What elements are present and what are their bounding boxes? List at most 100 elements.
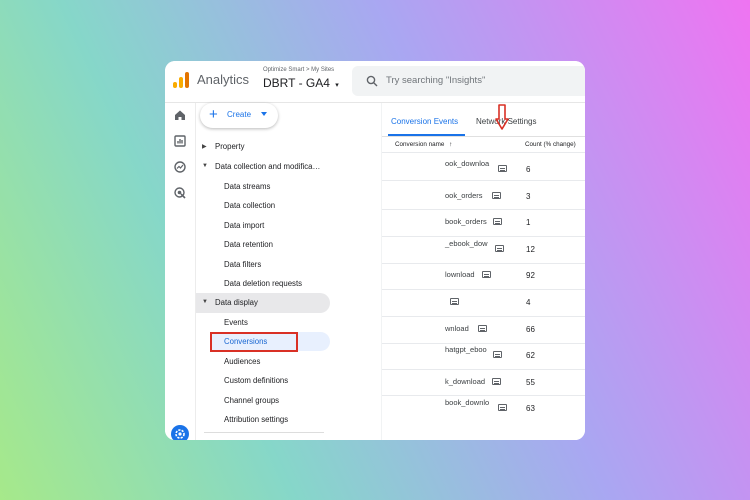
tab-divider — [382, 136, 585, 137]
admin-nav: + Create ▶ Property ▼ Data collection an… — [196, 103, 381, 440]
nav-divider — [204, 432, 324, 433]
analytics-logo-icon — [173, 72, 189, 88]
app-title: Analytics — [197, 72, 250, 87]
nav-group-data-display[interactable]: ▼ Data display — [196, 293, 381, 312]
nav-label: Data collection and modifica… — [215, 162, 321, 171]
property-selector[interactable]: DBRT - GA4 ▾ — [263, 76, 339, 90]
conversions-callout-box — [210, 332, 298, 352]
table-icon[interactable] — [498, 404, 507, 411]
search-placeholder: Try searching "Insights" — [386, 75, 486, 86]
conversion-count: 1 — [526, 218, 531, 227]
reports-icon[interactable] — [173, 134, 187, 148]
conversion-name: wnload — [445, 324, 469, 333]
nav-label: Data import — [224, 221, 265, 230]
settings-icon[interactable] — [171, 425, 189, 440]
conversion-count: 63 — [526, 404, 535, 413]
row-divider — [382, 316, 585, 317]
search-bar[interactable]: Try searching "Insights" — [352, 66, 585, 96]
conversion-name: _ebook_dow — [445, 239, 488, 248]
table-icon[interactable] — [450, 298, 459, 305]
conversion-name: ook_downloa — [445, 159, 490, 168]
chevron-down-icon: ▼ — [202, 299, 208, 305]
nav-label: Property — [215, 142, 245, 151]
row-divider — [382, 395, 585, 396]
property-name: DBRT - GA4 — [263, 76, 330, 90]
table-icon[interactable] — [495, 245, 504, 252]
advertising-icon[interactable] — [173, 186, 187, 200]
conversion-count: 62 — [526, 351, 535, 360]
nav-item-custom-definitions[interactable]: Custom definitions — [196, 371, 381, 390]
table-icon[interactable] — [493, 218, 502, 225]
chevron-right-icon: ▶ — [202, 144, 207, 150]
table-icon[interactable] — [492, 192, 501, 199]
column-header-conversion-name[interactable]: Conversion name ↑ — [395, 141, 452, 148]
nav-label: Audiences — [224, 357, 261, 366]
red-arrow-down-icon — [495, 104, 509, 130]
conversion-name: k_download — [445, 377, 486, 386]
nav-label: Data retention — [224, 240, 273, 249]
chevron-down-icon: ▼ — [202, 163, 208, 169]
nav-label: Custom definitions — [224, 376, 289, 385]
nav-item-channel-groups[interactable]: Channel groups — [196, 391, 381, 410]
nav-label: Data collection — [224, 201, 276, 210]
nav-label: Events — [224, 318, 248, 327]
table-icon[interactable] — [478, 325, 487, 332]
chevron-down-icon: ▾ — [335, 82, 339, 89]
analytics-window: Analytics Optimize Smart > My Sites DBRT… — [165, 61, 585, 440]
conversion-count: 6 — [526, 165, 531, 174]
dropdown-caret-icon — [261, 112, 267, 116]
row-divider — [382, 343, 585, 344]
conversion-name: hatgpt_eboo — [445, 345, 487, 354]
nav-item-data-deletion-requests[interactable]: Data deletion requests — [196, 274, 381, 293]
create-button[interactable]: + Create — [200, 103, 278, 128]
nav-item-events[interactable]: Events — [196, 313, 381, 332]
row-divider — [382, 369, 585, 370]
left-rail — [165, 103, 196, 440]
search-icon — [366, 75, 378, 87]
nav-item-data-filters[interactable]: Data filters — [196, 255, 381, 274]
nav-item-data-import[interactable]: Data import — [196, 216, 381, 235]
home-icon[interactable] — [173, 108, 187, 122]
nav-item-data-streams[interactable]: Data streams — [196, 177, 381, 196]
conversion-count: 92 — [526, 271, 535, 280]
row-divider — [382, 209, 585, 210]
nav-item-data-collection[interactable]: Data collection — [196, 196, 381, 215]
top-bar: Analytics Optimize Smart > My Sites DBRT… — [165, 61, 585, 103]
conversion-name: ook_orders — [445, 191, 483, 200]
row-divider — [382, 263, 585, 264]
nav-label: Channel groups — [224, 396, 280, 405]
conversion-count: 3 — [526, 192, 531, 201]
conversion-name: book_downlo — [445, 398, 490, 407]
nav-label: Data display — [215, 298, 258, 307]
nav-label: Data deletion requests — [224, 279, 303, 288]
nav-label: Data filters — [224, 260, 262, 269]
nav-group-data-collection[interactable]: ▼ Data collection and modifica… — [196, 157, 381, 176]
column-label: Conversion name — [395, 141, 445, 148]
sort-up-icon: ↑ — [449, 141, 453, 148]
nav-label: Attribution settings — [224, 415, 289, 424]
table-icon[interactable] — [492, 378, 501, 385]
conversion-count: 66 — [526, 325, 535, 334]
tab-conversion-events[interactable]: Conversion Events — [391, 117, 458, 126]
conversion-name: book_orders — [445, 217, 487, 226]
nav-item-audiences[interactable]: Audiences — [196, 352, 381, 371]
explore-icon[interactable] — [173, 160, 187, 174]
conversion-count: 12 — [526, 245, 535, 254]
column-header-count[interactable]: Count (% change) — [525, 141, 576, 148]
create-label: Create — [227, 110, 252, 119]
conversion-count: 4 — [526, 298, 531, 307]
breadcrumb[interactable]: Optimize Smart > My Sites — [263, 67, 334, 73]
nav-group-property[interactable]: ▶ Property — [196, 137, 381, 156]
nav-item-data-retention[interactable]: Data retention — [196, 235, 381, 254]
table-icon[interactable] — [482, 271, 491, 278]
row-divider — [382, 236, 585, 237]
row-divider — [382, 152, 585, 153]
table-icon[interactable] — [498, 165, 507, 172]
nav-item-attribution-settings[interactable]: Attribution settings — [196, 410, 381, 429]
table-icon[interactable] — [493, 351, 502, 358]
row-divider — [382, 289, 585, 290]
conversions-panel: Conversion Events Network Settings Conve… — [382, 103, 585, 440]
plus-icon: + — [209, 106, 218, 123]
row-divider — [382, 180, 585, 181]
conversion-name: lownload — [445, 270, 475, 279]
